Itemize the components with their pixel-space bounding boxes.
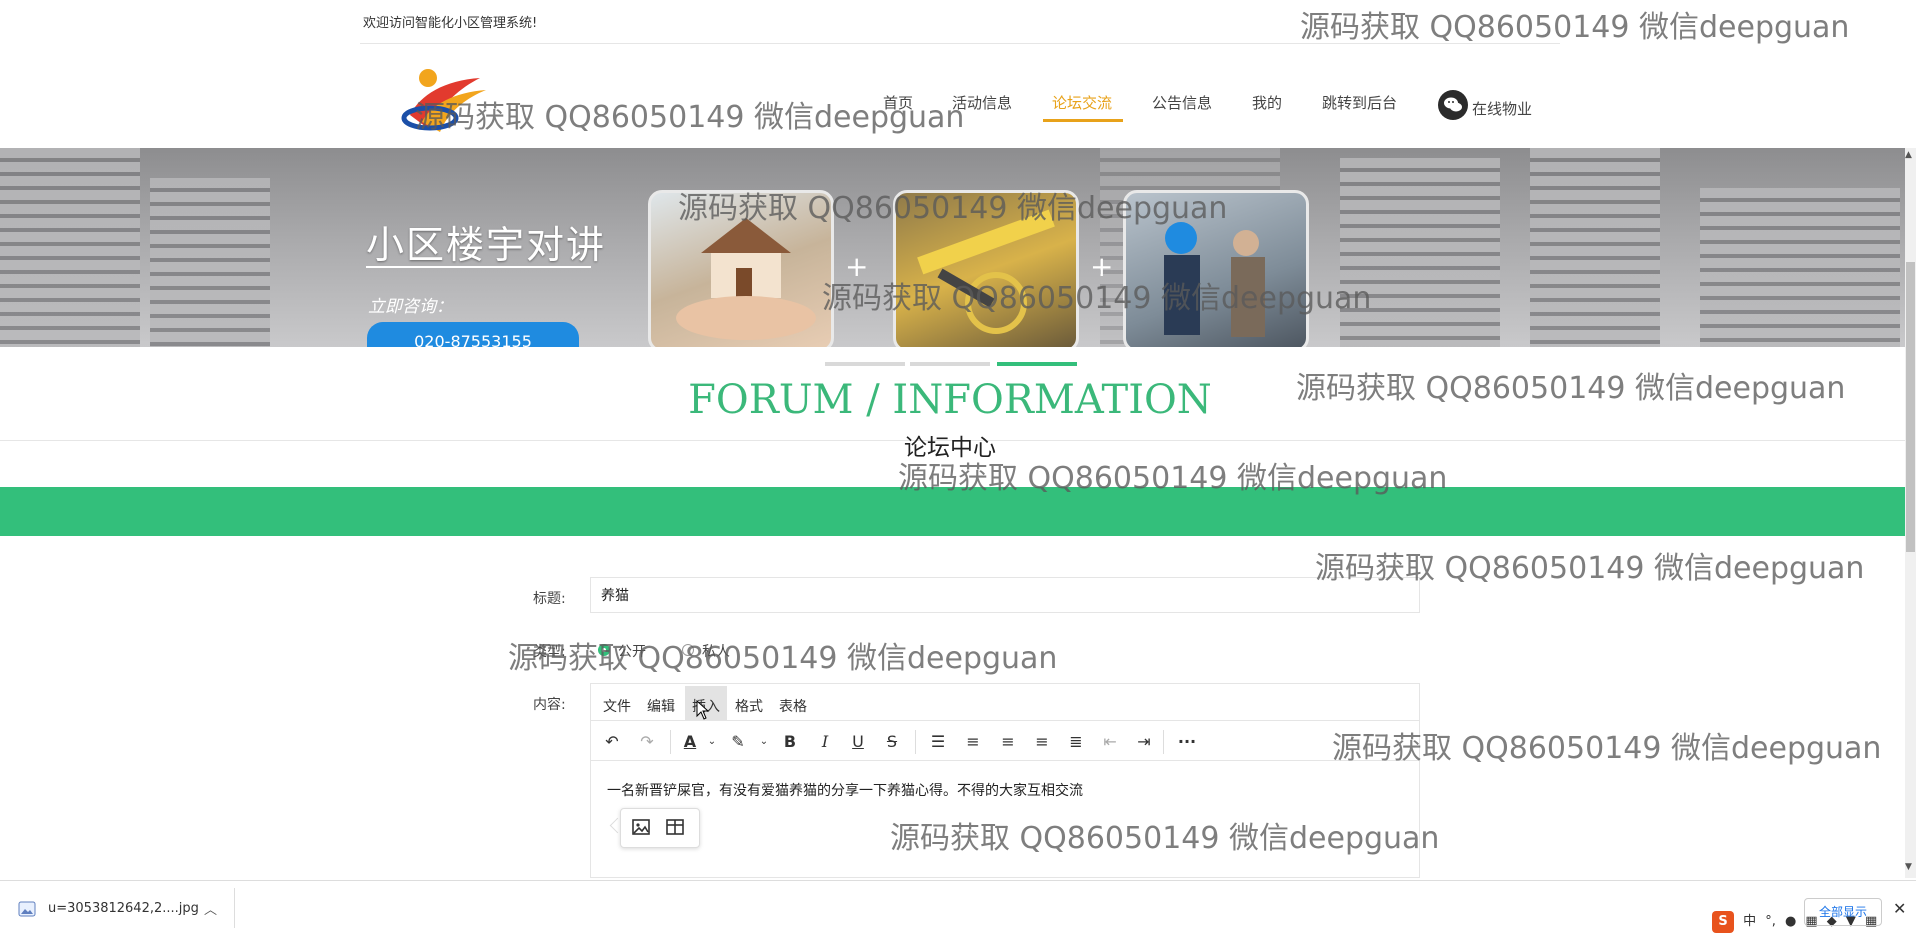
mouse-cursor-icon [696, 700, 710, 720]
watermark: 源码获取 QQ86050149 微信deepguan [678, 191, 1228, 226]
image-icon[interactable] [631, 817, 651, 837]
wechat-icon[interactable] [1438, 90, 1468, 120]
watermark: 源码获取 QQ86050149 微信deepguan [898, 461, 1448, 496]
toolbar-divider [915, 730, 916, 754]
redo-icon[interactable]: ↷ [635, 730, 659, 754]
title-label: 标题: [533, 591, 566, 607]
table-icon[interactable] [665, 817, 685, 837]
watermark: 源码获取 QQ86050149 微信deepguan [1315, 551, 1865, 586]
slider-dot-3-active[interactable] [997, 362, 1077, 366]
watermark: 源码获取 QQ86050149 微信deepguan [1300, 10, 1850, 45]
scroll-up-icon[interactable]: ▲ [1905, 150, 1912, 160]
align-center-icon[interactable]: ≡ [996, 730, 1020, 754]
slider-dot-2[interactable] [910, 362, 990, 366]
toolbar-divider [1163, 730, 1164, 754]
ime-punctuation-icon[interactable]: °, [1765, 914, 1776, 929]
online-service-label[interactable]: 在线物业 [1472, 98, 1532, 119]
download-divider [234, 888, 235, 928]
chevron-up-icon[interactable]: ︿ [204, 899, 217, 918]
nav-forum[interactable]: 论坛交流 [1052, 92, 1112, 113]
nav-backend[interactable]: 跳转到后台 [1322, 92, 1397, 113]
editor-content[interactable]: 一名新晋铲屎官，有没有爱猫养猫的分享一下养猫心得。不得的大家互相交流 [607, 780, 1083, 800]
welcome-text: 欢迎访问智能化小区管理系统! [363, 16, 538, 31]
strikethrough-icon[interactable]: S [880, 730, 904, 754]
watermark: 源码获取 QQ86050149 微信deepguan [1332, 731, 1882, 766]
download-bar [0, 880, 1916, 937]
show-all-downloads-button[interactable]: 全部显示 [1804, 898, 1882, 926]
italic-icon[interactable]: I [813, 730, 837, 754]
download-file-name[interactable]: u=3053812642,2....jpg [48, 901, 199, 916]
ime-chinese-mode-icon[interactable]: 中 [1743, 910, 1756, 929]
align-justify-icon[interactable]: ≣ [1064, 730, 1088, 754]
content-label: 内容: [533, 697, 566, 713]
watermark: 源码获取 QQ86050149 微信deepguan [508, 641, 1058, 676]
chevron-down-icon[interactable]: ⌄ [700, 730, 724, 754]
align-right-icon[interactable]: ≡ [1030, 730, 1054, 754]
close-download-bar-button[interactable]: ✕ [1893, 899, 1906, 918]
line-height-icon[interactable]: ☰ [926, 730, 950, 754]
editor-menu-format[interactable]: 格式 [735, 696, 763, 716]
highlight-icon[interactable]: ✎ [726, 730, 750, 754]
editor-menu-edit[interactable]: 编辑 [647, 696, 675, 716]
underline-icon[interactable]: U [846, 730, 870, 754]
file-image-icon [18, 901, 36, 917]
editor-menu-table[interactable]: 表格 [779, 696, 807, 716]
scrollbar-thumb[interactable] [1906, 262, 1915, 552]
align-left-icon[interactable]: ≡ [961, 730, 985, 754]
bold-icon[interactable]: B [778, 730, 802, 754]
hero-banner[interactable]: 小区楼宇对讲 立即咨询： 020-87553155 + + [0, 148, 1905, 347]
editor-toolbar-divider [591, 760, 1419, 761]
nav-announcements[interactable]: 公告信息 [1152, 92, 1212, 113]
editor-menubar-divider [591, 720, 1419, 721]
microphone-icon[interactable]: ● [1785, 914, 1796, 929]
watermark: 源码获取 QQ86050149 微信deepguan [1296, 371, 1846, 406]
banner-title: 小区楼宇对讲 [366, 223, 607, 267]
undo-icon[interactable]: ↶ [600, 730, 624, 754]
toolbar-divider [670, 730, 671, 754]
scroll-down-icon[interactable]: ▼ [1905, 862, 1912, 872]
slider-dot-1[interactable] [825, 362, 905, 366]
title-input[interactable] [590, 577, 1420, 613]
editor-menu-file[interactable]: 文件 [603, 696, 631, 716]
outdent-icon[interactable]: ⇤ [1098, 730, 1122, 754]
chevron-down-icon[interactable]: ⌄ [752, 730, 776, 754]
sogou-icon[interactable]: S [1712, 911, 1734, 933]
banner-title-underline [366, 266, 591, 268]
banner-consult-label: 立即咨询： [368, 297, 453, 317]
nav-active-underline [1043, 119, 1123, 122]
watermark: 源码获取 QQ86050149 微信deepguan [415, 100, 965, 135]
indent-icon[interactable]: ⇥ [1132, 730, 1156, 754]
banner-phone-button[interactable]: 020-87553155 [367, 322, 579, 347]
font-color-icon[interactable]: A [678, 730, 702, 754]
more-icon[interactable]: ··· [1175, 730, 1199, 754]
watermark: 源码获取 QQ86050149 微信deepguan [890, 821, 1440, 856]
nav-mine[interactable]: 我的 [1252, 92, 1282, 113]
watermark: 源码获取 QQ86050149 微信deepguan [822, 281, 1372, 316]
